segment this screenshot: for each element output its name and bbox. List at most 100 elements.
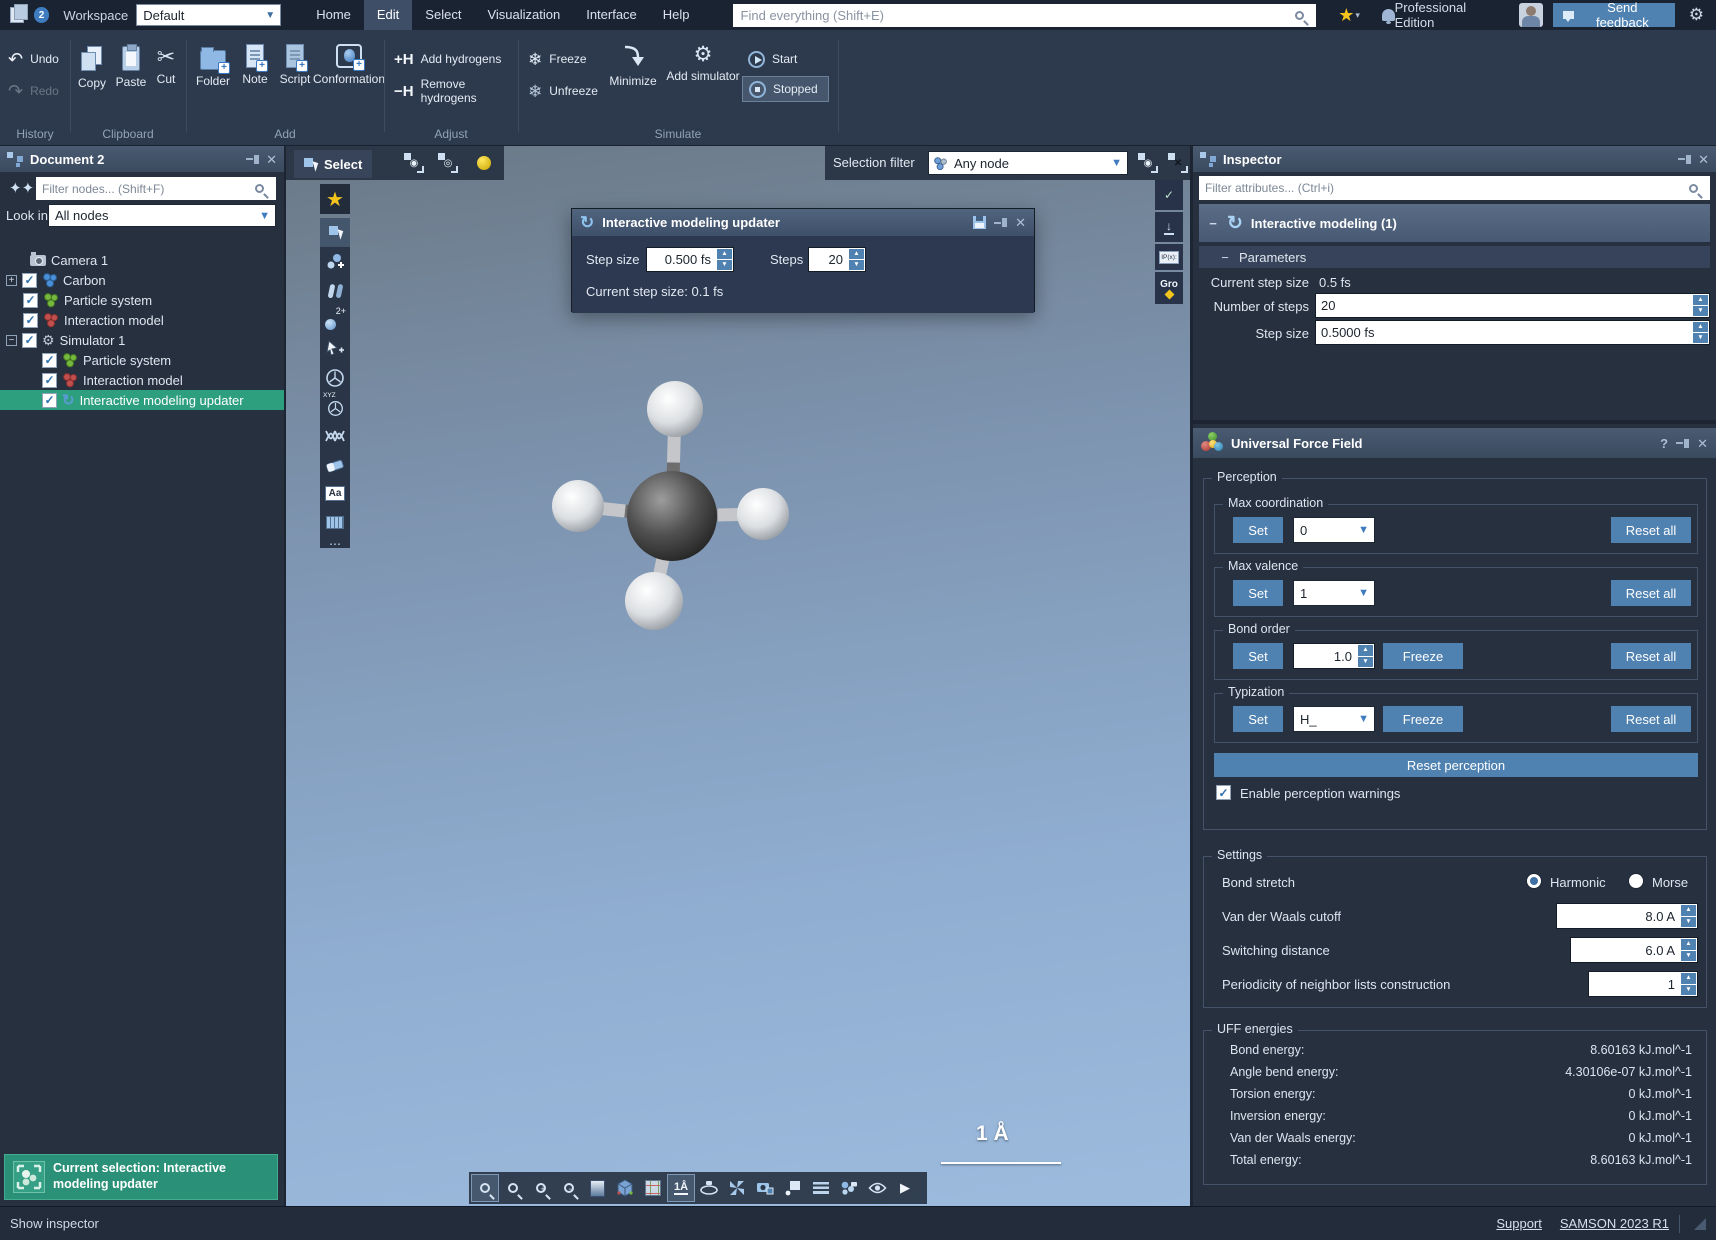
tool-move[interactable] (320, 334, 350, 363)
start-button[interactable]: Start (748, 46, 797, 72)
morse-radio[interactable] (1628, 873, 1644, 889)
tree-item-camera[interactable]: Camera 1 (0, 250, 284, 270)
spin-up-icon[interactable]: ▲ (849, 249, 864, 259)
look-in-dropdown[interactable]: All nodes ▼ (48, 204, 276, 227)
tool-measure[interactable] (320, 508, 350, 537)
switching-distance-spinner[interactable]: 6.0 A ▲▼ (1570, 937, 1698, 963)
number-of-steps-spinner[interactable]: 20 ▲▼ (1315, 293, 1710, 318)
grid-plane-button[interactable] (640, 1175, 666, 1201)
set-button[interactable]: Set (1233, 706, 1283, 732)
tool-select[interactable] (320, 218, 350, 247)
expand-icon[interactable]: + (6, 275, 17, 286)
spin-down-icon[interactable]: ▼ (1693, 333, 1708, 343)
parameters-section[interactable]: − Parameters (1199, 246, 1710, 268)
tree-item-simulator-particle-system[interactable]: ✓ Particle system (0, 350, 284, 370)
scale-bar-button[interactable]: 1Å (668, 1175, 694, 1201)
spin-up-icon[interactable]: ▲ (1681, 973, 1696, 984)
user-avatar[interactable] (1519, 3, 1543, 27)
search-icon[interactable] (1689, 184, 1698, 193)
tree-item-interactive-modeling-updater[interactable]: ✓ ↻ Interactive modeling updater (0, 390, 284, 410)
menu-help[interactable]: Help (650, 0, 703, 30)
spin-down-icon[interactable]: ▼ (1681, 951, 1696, 962)
spin-down-icon[interactable]: ▼ (1693, 306, 1708, 316)
tool-text[interactable]: Aa (320, 479, 350, 508)
snapshot-button[interactable] (752, 1175, 778, 1201)
menu-interface[interactable]: Interface (573, 0, 650, 30)
zoom-in-button[interactable]: + (528, 1175, 554, 1201)
tool-charge[interactable]: 2+ (320, 305, 350, 334)
tree-item-simulator-interaction-model[interactable]: ✓ Interaction model (0, 370, 284, 390)
tool-rotate-xyz[interactable]: XYZ (320, 392, 350, 421)
add-hydrogens-button[interactable]: +H Add hydrogens (394, 46, 501, 72)
orbit-camera-button[interactable] (696, 1175, 722, 1201)
interactive-modeling-updater-dialog[interactable]: ↻ Interactive modeling updater ✕ Step si… (571, 208, 1035, 312)
close-icon[interactable]: ✕ (1697, 437, 1708, 450)
visibility-checkbox[interactable]: ✓ (42, 373, 57, 388)
spin-up-icon[interactable]: ▲ (1693, 295, 1708, 305)
list-view-button[interactable] (808, 1175, 834, 1201)
menu-edit[interactable]: Edit (364, 0, 412, 30)
search-input[interactable] (733, 8, 1296, 23)
node-filter-input[interactable] (36, 182, 255, 196)
gromacs-setup-button[interactable]: Gro (1155, 272, 1183, 304)
add-simulator-button[interactable]: ⚙ Add simulator (664, 44, 742, 83)
step-size-spinner[interactable]: 0.5000 fs ▲▼ (1315, 320, 1710, 345)
perception-warnings-checkbox[interactable]: ✓ (1216, 785, 1231, 800)
tool-bonds[interactable] (320, 276, 350, 305)
add-script-button[interactable]: + Script (274, 44, 316, 86)
render-preset-button[interactable] (836, 1175, 862, 1201)
favorites-caret-icon[interactable]: ▾ (1355, 10, 1360, 21)
search-icon[interactable] (255, 184, 264, 193)
spin-up-icon[interactable]: ▲ (717, 249, 732, 259)
steps-spinner[interactable]: 20 ▲▼ (808, 247, 866, 272)
show-selected-button[interactable]: ◉ (400, 149, 428, 177)
interpolation-button[interactable]: IP(x): (1155, 244, 1183, 270)
unfreeze-button[interactable]: ❄ Unfreeze (528, 78, 598, 104)
hydrogen-atom[interactable] (552, 480, 604, 532)
visibility-checkbox[interactable]: ✓ (23, 293, 38, 308)
pin-icon[interactable] (1678, 155, 1691, 164)
fullscreen-button[interactable] (724, 1175, 750, 1201)
spin-up-icon[interactable]: ▲ (1681, 905, 1696, 916)
reset-all-button[interactable]: Reset all (1611, 580, 1691, 606)
help-icon[interactable]: ? (1660, 436, 1668, 451)
spin-up-icon[interactable]: ▲ (1681, 939, 1696, 950)
zoom-region-button[interactable] (500, 1175, 526, 1201)
workspace-dropdown[interactable]: Default ▼ (136, 4, 281, 26)
tool-eraser[interactable] (320, 450, 350, 479)
wand-sparkles-icon[interactable]: ✦✦ (9, 179, 34, 197)
hydrogen-atom[interactable] (647, 381, 703, 437)
freeze-button[interactable]: Freeze (1383, 706, 1463, 732)
viewport-3d[interactable]: Select ◉ ◎ Selection filter Any node ▼ ◉… (286, 146, 1190, 1206)
support-link[interactable]: Support (1496, 1216, 1542, 1231)
visibility-checkbox[interactable]: ✓ (22, 333, 37, 348)
freeze-button[interactable]: ❄ Freeze (528, 46, 587, 72)
reset-all-button[interactable]: Reset all (1611, 643, 1691, 669)
spin-down-icon[interactable]: ▼ (849, 260, 864, 270)
max-valence-dropdown[interactable]: 1 ▼ (1293, 580, 1375, 606)
menu-visualization[interactable]: Visualization (474, 0, 573, 30)
selection-export-button[interactable]: ↓ (1155, 212, 1183, 242)
close-icon[interactable]: ✕ (1015, 216, 1026, 229)
bond-order-spinner[interactable]: 1.0 ▲▼ (1293, 643, 1375, 669)
typization-dropdown[interactable]: H_ ▼ (1293, 706, 1375, 732)
redo-button[interactable]: ↷ Redo (8, 78, 59, 104)
collapse-icon[interactable]: − (1219, 250, 1231, 265)
spin-down-icon[interactable]: ▼ (1681, 917, 1696, 928)
spin-up-icon[interactable]: ▲ (1693, 322, 1708, 332)
hydrogen-atom[interactable] (625, 572, 683, 630)
spin-down-icon[interactable]: ▼ (717, 260, 732, 270)
max-coordination-dropdown[interactable]: 0 ▼ (1293, 517, 1375, 543)
cut-button[interactable]: ✂ Cut (150, 46, 182, 86)
attribute-filter-input[interactable] (1199, 181, 1689, 195)
visibility-button[interactable] (864, 1175, 890, 1201)
global-search[interactable] (733, 4, 1317, 27)
zoom-fit-button[interactable] (472, 1175, 498, 1201)
paste-button[interactable]: Paste (112, 46, 150, 89)
set-button[interactable]: Set (1233, 580, 1283, 606)
pin-icon[interactable] (994, 218, 1007, 227)
collapse-icon[interactable]: − (1207, 216, 1219, 231)
menu-home[interactable]: Home (303, 0, 364, 30)
periodicity-spinner[interactable]: 1 ▲▼ (1588, 971, 1698, 997)
visibility-checkbox[interactable]: ✓ (42, 353, 57, 368)
